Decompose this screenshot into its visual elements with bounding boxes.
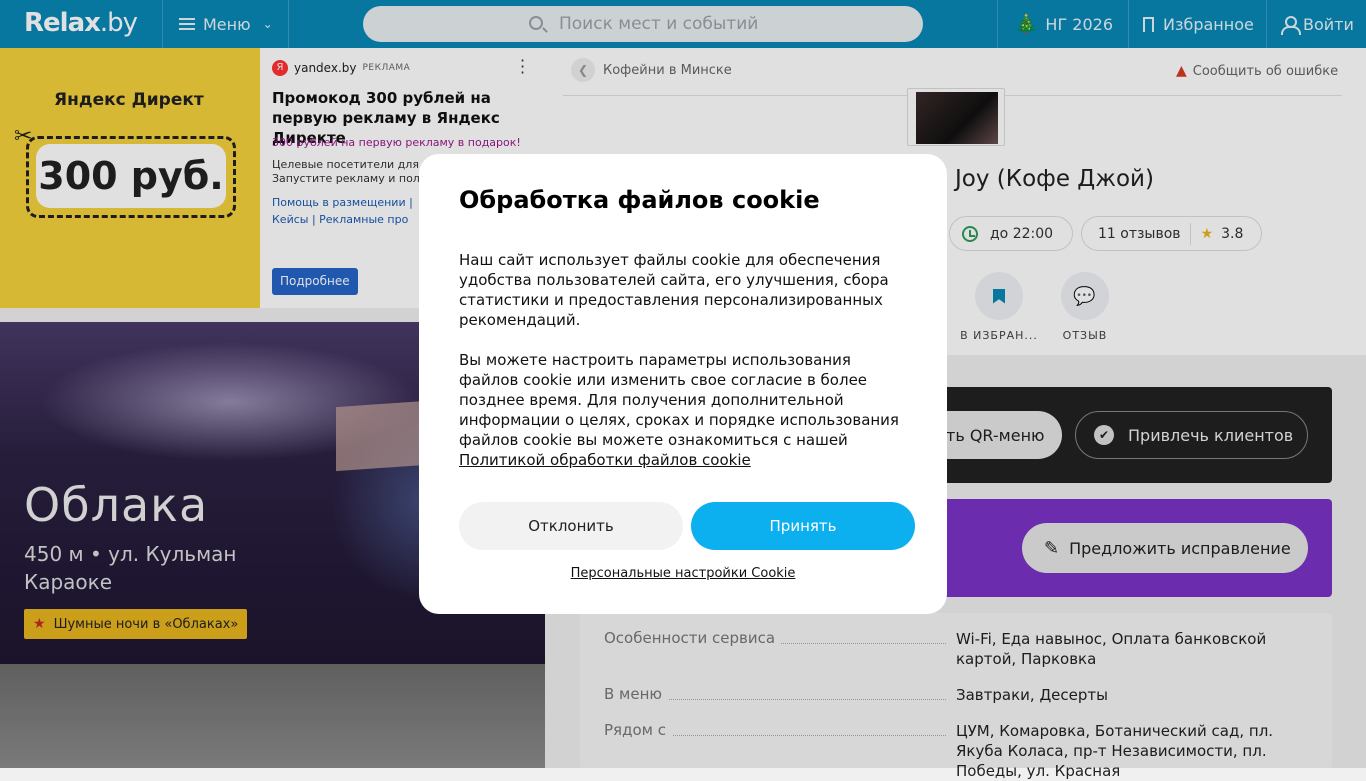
cookie-dialog-text: Наш сайт использует файлы cookie для обе… (459, 251, 889, 329)
cookie-dialog-title: Обработка файлов cookie (459, 186, 820, 214)
cookie-dialog-paragraph: Вы можете настроить параметры использова… (459, 351, 899, 449)
accept-button[interactable]: Принять (691, 502, 915, 550)
cookie-dialog-text: Вы можете настроить параметры использова… (459, 350, 915, 470)
cookie-personal-settings-link[interactable]: Персональные настройки Cookie (419, 566, 947, 581)
decline-button[interactable]: Отклонить (459, 502, 683, 550)
cookie-policy-link[interactable]: Политикой обработки файлов cookie (459, 450, 915, 470)
cookie-consent-dialog: Обработка файлов cookie Наш сайт использ… (419, 154, 947, 614)
